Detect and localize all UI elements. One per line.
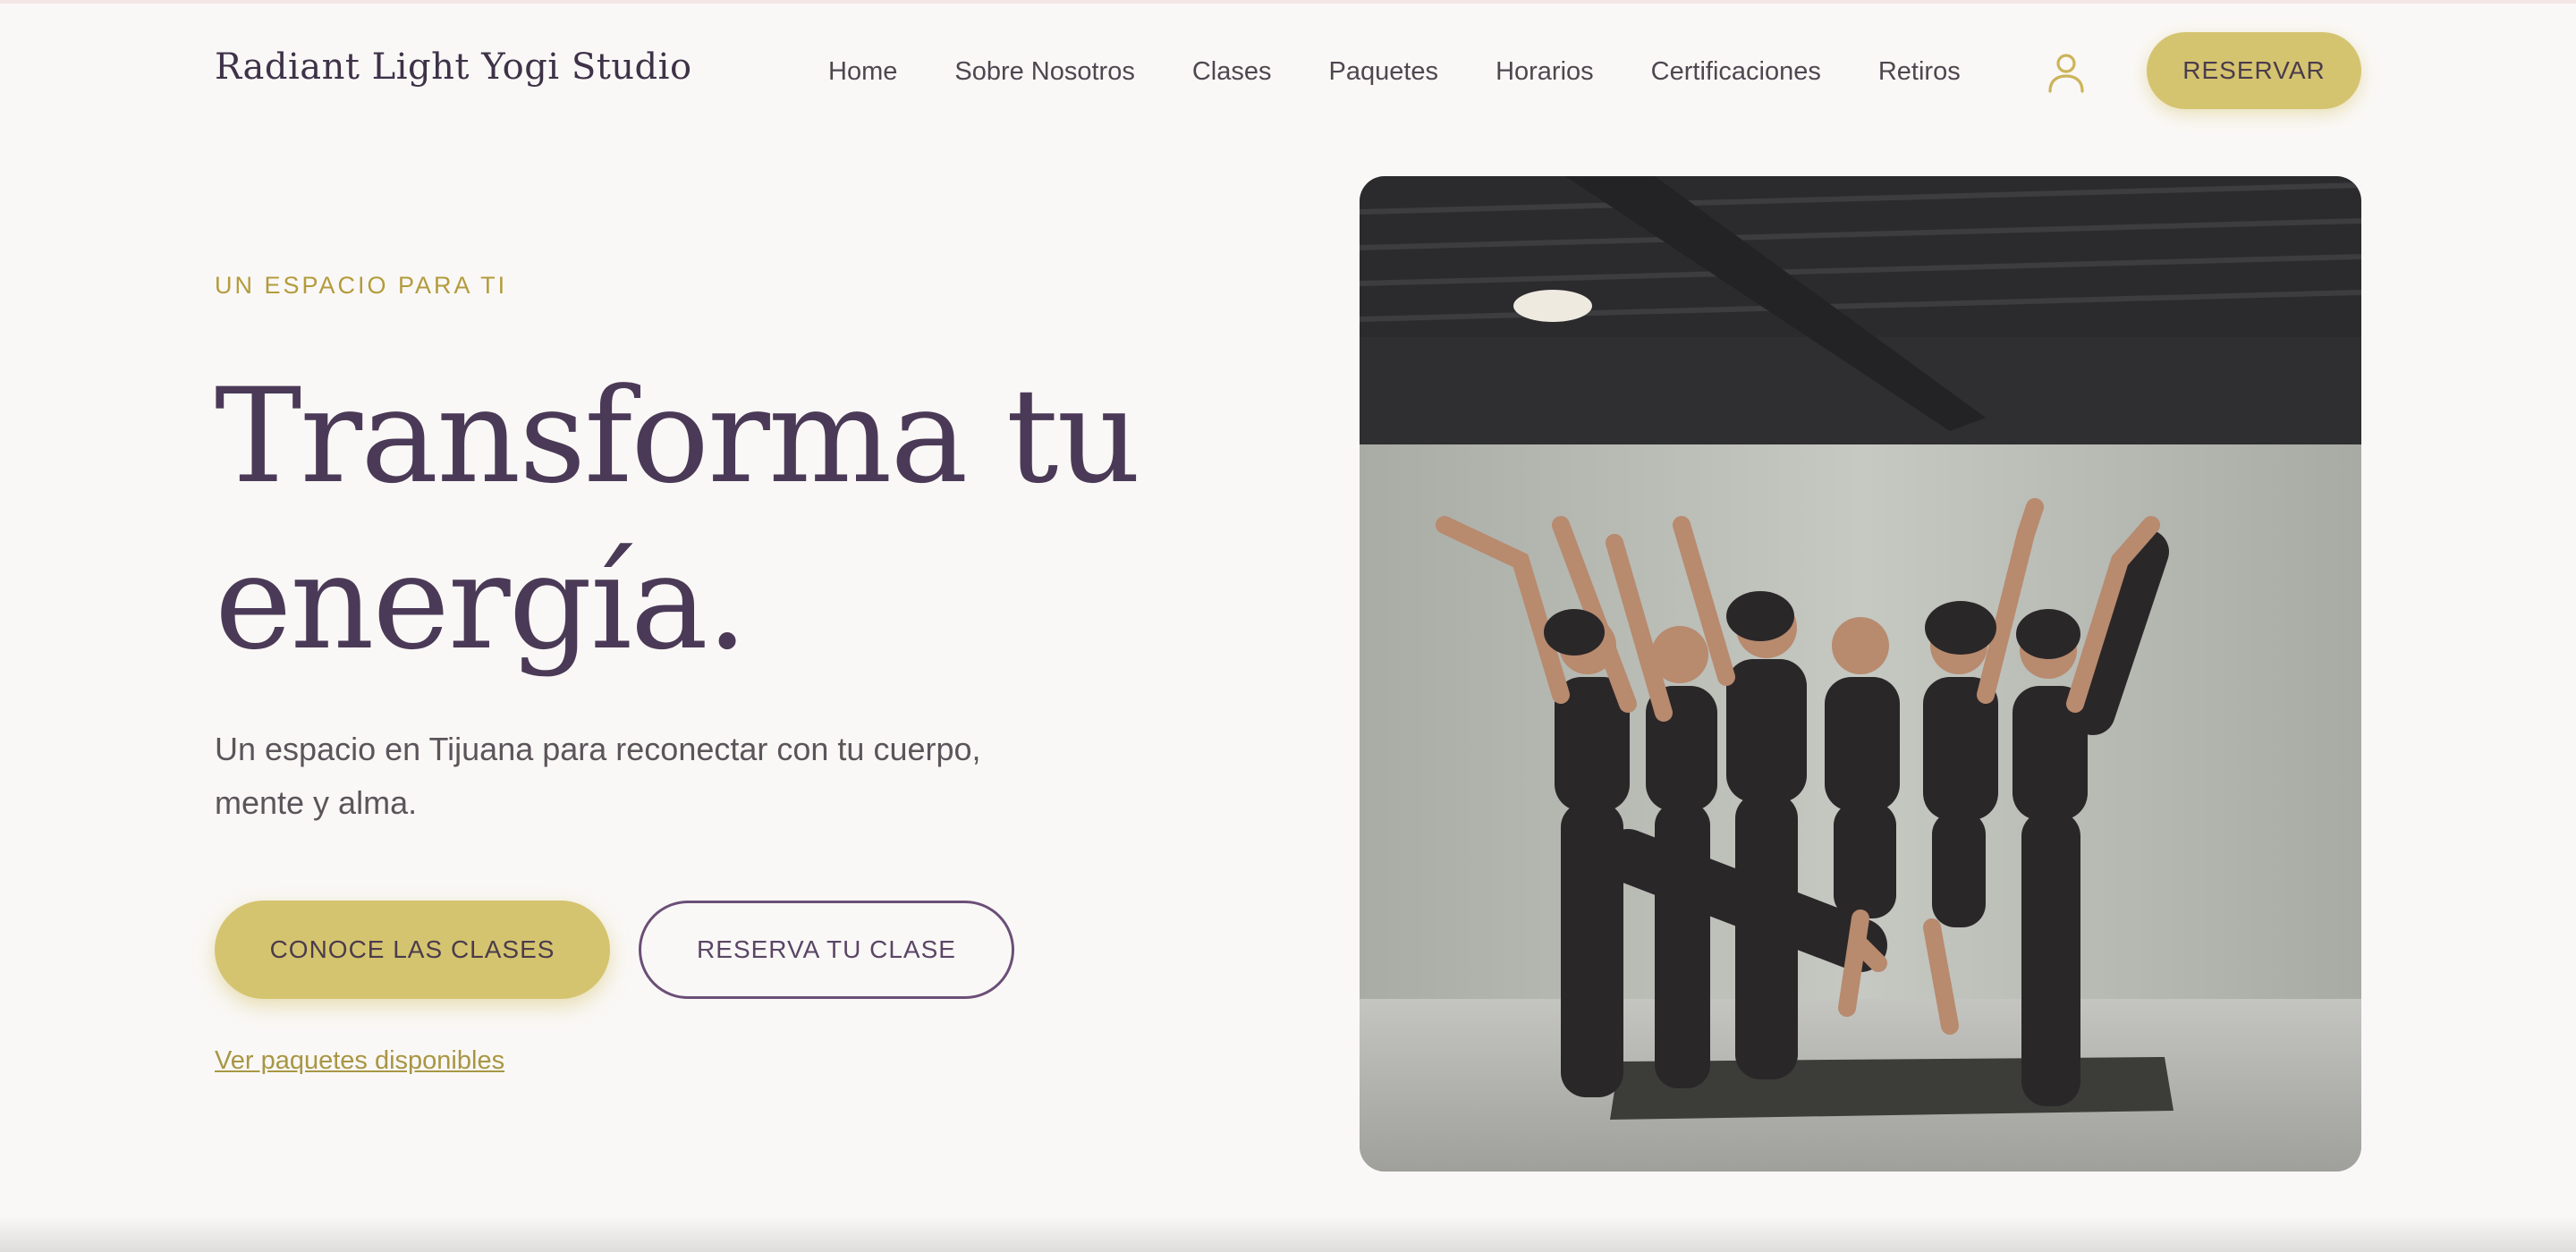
bottom-shadow bbox=[0, 1216, 2576, 1252]
site-logo[interactable]: Radiant Light Yogi Studio bbox=[215, 47, 692, 88]
user-icon[interactable] bbox=[2046, 52, 2086, 93]
nav-retiros[interactable]: Retiros bbox=[1878, 57, 1961, 87]
hero-eyebrow: UN ESPACIO PARA TI bbox=[215, 272, 508, 299]
nav-horarios[interactable]: Horarios bbox=[1496, 57, 1594, 87]
hero-photo bbox=[1360, 176, 2361, 1172]
nav-clases[interactable]: Clases bbox=[1192, 57, 1272, 87]
main-nav: Home Sobre Nosotros Clases Paquetes Hora… bbox=[828, 54, 1961, 89]
conoce-clases-button[interactable]: CONOCE LAS CLASES bbox=[215, 901, 610, 999]
nav-paquetes[interactable]: Paquetes bbox=[1329, 57, 1439, 87]
reservar-button[interactable]: RESERVAR bbox=[2147, 32, 2361, 109]
reserva-clase-button[interactable]: RESERVA TU CLASE bbox=[639, 901, 1014, 999]
hero-subtext: Un espacio en Tijuana para reconectar co… bbox=[215, 731, 981, 821]
nav-sobre-nosotros[interactable]: Sobre Nosotros bbox=[954, 57, 1135, 87]
headline-line-1: Transforma tu bbox=[215, 360, 1140, 512]
ver-paquetes-link[interactable]: Ver paquetes disponibles bbox=[215, 1046, 504, 1076]
headline-line-2: energía. bbox=[215, 527, 748, 679]
nav-home[interactable]: Home bbox=[828, 57, 897, 87]
hero-headline: Transforma tu energía. bbox=[215, 353, 1377, 686]
site-header: Radiant Light Yogi Studio Home Sobre Nos… bbox=[0, 0, 2576, 143]
nav-certificaciones[interactable]: Certificaciones bbox=[1651, 57, 1821, 87]
